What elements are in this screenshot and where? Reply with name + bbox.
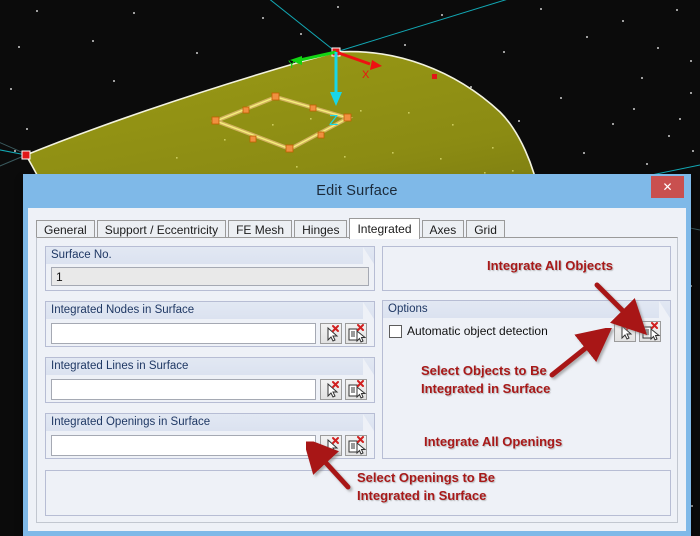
tab-hinges[interactable]: Hinges [294, 220, 348, 238]
group-caption: Integrated Nodes in Surface [46, 302, 374, 319]
tab-support-eccentricity[interactable]: Support / Eccentricity [96, 220, 227, 238]
dialog-titlebar[interactable]: Edit Surface ✕ [23, 174, 691, 208]
dialog-title: Edit Surface [316, 183, 398, 199]
surface-no-field: 1 [51, 267, 369, 286]
select-openings-button[interactable] [320, 435, 342, 456]
select-all-list-cursor-icon [348, 324, 367, 343]
integrated-openings-input[interactable] [51, 435, 316, 456]
group-caption: Integrated Openings in Surface [46, 414, 374, 431]
group-corner-fold [659, 247, 670, 264]
annotation-integrate-all-openings: Integrate All Openings [424, 434, 563, 449]
all-lines-button[interactable] [345, 379, 367, 400]
tab-label: Support / Eccentricity [104, 222, 219, 237]
group-surface-no: Surface No. 1 [45, 246, 375, 291]
all-nodes-button[interactable] [345, 323, 367, 344]
select-all-list-cursor-icon [642, 322, 661, 341]
tab-label: Hinges [302, 222, 340, 237]
axis-label-y: Y [288, 59, 296, 71]
tab-general[interactable]: General [36, 220, 95, 238]
tab-strip: General Support / Eccentricity FE Mesh H… [36, 217, 507, 239]
checkbox-label: Automatic object detection [407, 324, 548, 338]
integrate-all-objects-button[interactable] [639, 321, 661, 342]
group-caption: Integrated Lines in Surface [46, 358, 374, 375]
tab-axes[interactable]: Axes [421, 220, 465, 238]
select-all-list-cursor-icon [348, 380, 367, 399]
select-objects-cursor-icon [621, 323, 633, 340]
tab-label: FE Mesh [236, 222, 285, 237]
close-button[interactable]: ✕ [651, 176, 684, 198]
axis-label-x: X [362, 69, 370, 81]
select-objects-option-button[interactable] [614, 321, 636, 342]
integrated-lines-input[interactable] [51, 379, 316, 400]
group-integrated-lines: Integrated Lines in Surface [45, 357, 375, 403]
automatic-object-detection-checkbox[interactable]: Automatic object detection [389, 324, 548, 338]
screenshot-root: X Y Z Edit Surface ✕ General Support / E… [0, 0, 700, 536]
annotation-select-objects-line2: Integrated in Surface [421, 381, 551, 396]
group-caption: Surface No. [46, 247, 374, 264]
select-nodes-button[interactable] [320, 323, 342, 344]
tab-integrated[interactable]: Integrated [349, 218, 420, 239]
select-all-list-cursor-icon [348, 436, 367, 455]
select-objects-cursor-icon [327, 381, 339, 398]
tab-label: Integrated [357, 222, 412, 236]
close-icon: ✕ [662, 180, 673, 194]
annotation-integrate-all-objects: Integrate All Objects [487, 258, 613, 273]
annotation-select-openings-line2: Integrated in Surface [357, 488, 487, 503]
select-objects-cursor-icon [327, 325, 339, 342]
all-openings-button[interactable] [345, 435, 367, 456]
checkbox-box [389, 324, 402, 338]
tab-label: General [44, 222, 87, 237]
select-objects-cursor-icon [327, 437, 339, 454]
tab-label: Axes [429, 222, 457, 237]
axis-label-z: Z [329, 112, 338, 129]
select-lines-button[interactable] [320, 379, 342, 400]
annotation-select-objects-line1: Select Objects to Be [421, 363, 547, 378]
tab-grid[interactable]: Grid [466, 220, 505, 238]
tab-fe-mesh[interactable]: FE Mesh [228, 220, 293, 238]
group-integrated-openings: Integrated Openings in Surface [45, 413, 375, 459]
annotation-select-openings-line1: Select Openings to Be [357, 470, 495, 485]
group-integrated-nodes: Integrated Nodes in Surface [45, 301, 375, 347]
integrated-nodes-input[interactable] [51, 323, 316, 344]
group-caption: Options [383, 301, 670, 318]
tab-label: Grid [474, 222, 497, 237]
